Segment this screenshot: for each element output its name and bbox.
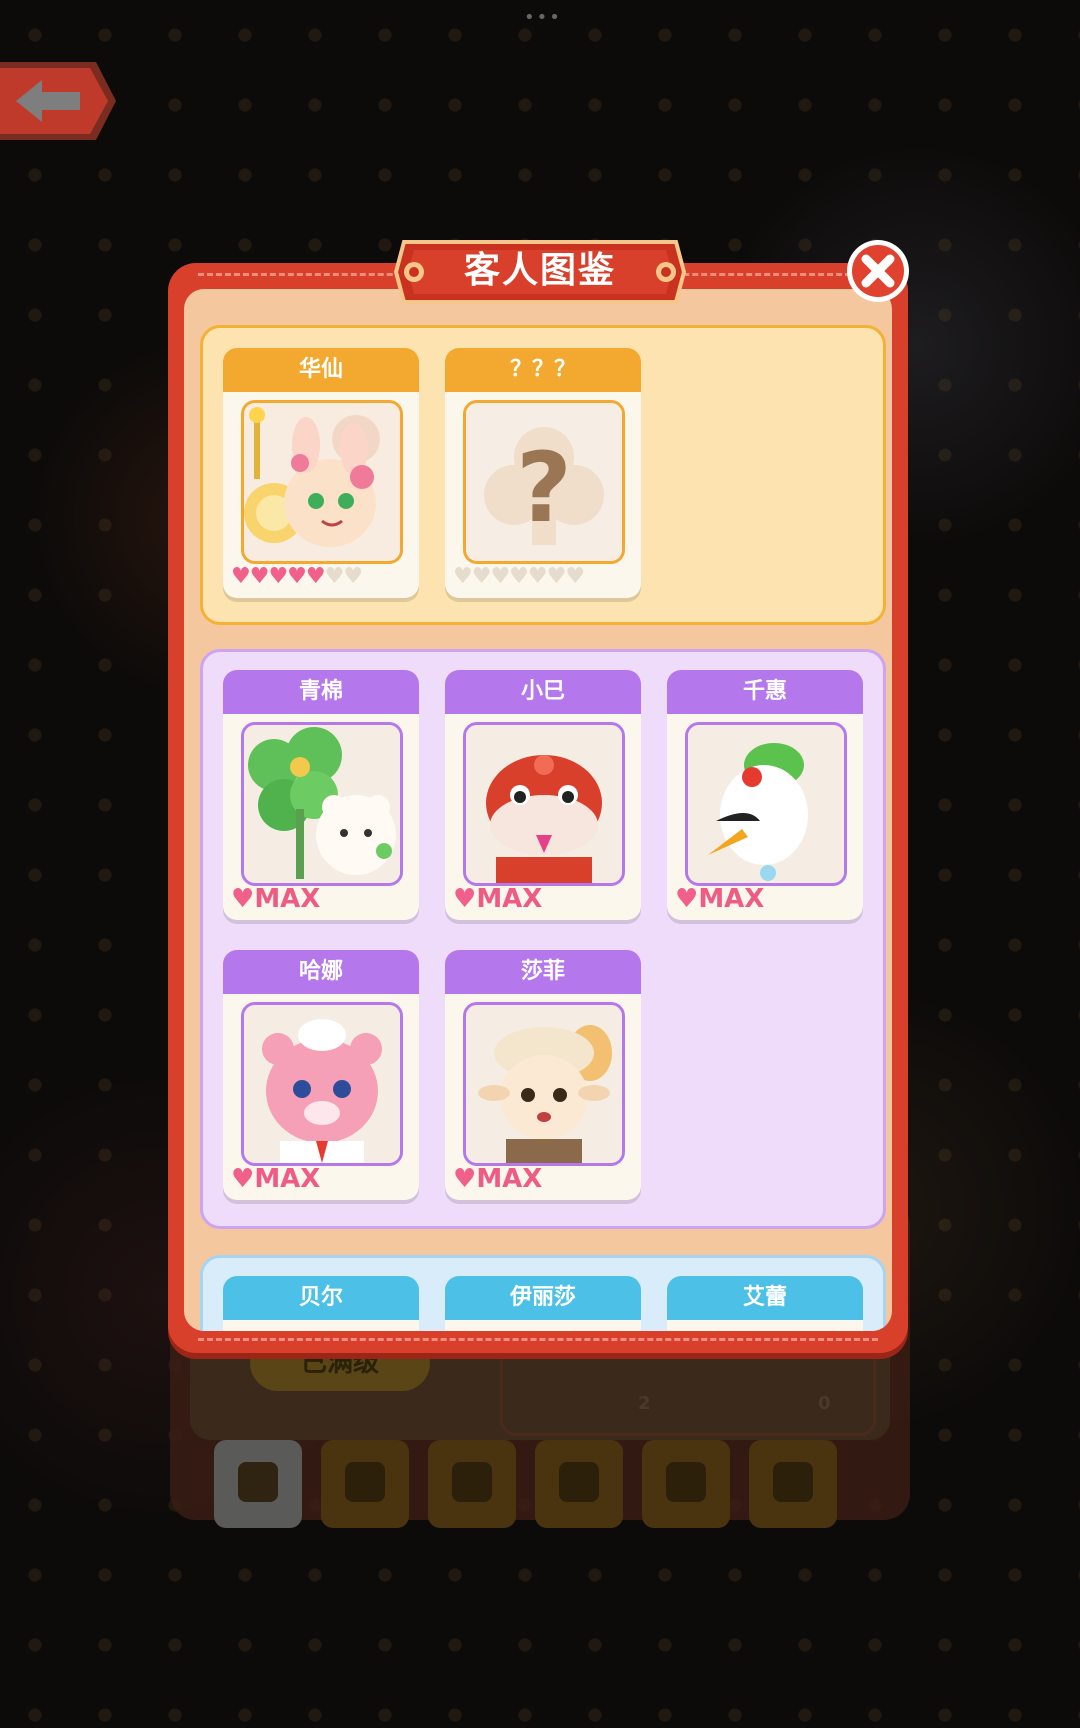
guest-card-huaxian[interactable]: 华仙 ♥♥♥♥♥♥♥	[223, 348, 419, 598]
guest-card-yilisha[interactable]: 伊丽莎	[445, 1276, 641, 1331]
gold-guest-group: 华仙 ♥♥♥♥♥♥♥ ？？？ ? ♥♥♥♥♥♥♥	[200, 325, 886, 625]
affection-max: ♥MAX	[453, 884, 543, 914]
guest-name: 小巳	[445, 670, 641, 714]
purple-guest-group: 青棉 ♥MAX 小巳 ♥MAX 千惠 ♥MAX 哈娜 ♥MAX 莎菲 ♥MAX	[200, 649, 886, 1229]
gift-icon	[666, 1462, 706, 1502]
affection-max: ♥MAX	[675, 884, 765, 914]
affection-max: ♥MAX	[231, 1164, 321, 1194]
guest-name: 贝尔	[223, 1276, 419, 1320]
affection-hearts: ♥♥♥♥♥♥♥	[231, 564, 363, 589]
guest-card-xiaosi[interactable]: 小巳 ♥MAX	[445, 670, 641, 920]
question-icon: ?	[466, 403, 622, 561]
guest-name: 艾蕾	[667, 1276, 863, 1320]
nav-tab-gift[interactable]	[642, 1440, 730, 1528]
back-button[interactable]	[0, 58, 118, 144]
pink-bear-portrait	[241, 1002, 403, 1166]
guest-name: ？？？	[445, 348, 641, 392]
red-snake-portrait	[463, 722, 625, 886]
stat-left: 2	[638, 1393, 651, 1414]
bottom-nav	[214, 1440, 844, 1532]
affection-hearts: ♥♥♥♥♥♥♥	[453, 564, 585, 589]
affection-max: ♥MAX	[453, 1164, 543, 1194]
guest-card-unknown[interactable]: ？？？ ? ♥♥♥♥♥♥♥	[445, 348, 641, 598]
blue-guest-group: 贝尔 伊丽莎 艾蕾	[200, 1255, 886, 1331]
nav-tab-pets[interactable]	[428, 1440, 516, 1528]
clover-bear-portrait	[241, 722, 403, 886]
affection-max: ♥MAX	[231, 884, 321, 914]
modal-title: 客人图鉴	[463, 250, 616, 291]
guest-name: 莎菲	[445, 950, 641, 994]
guest-name: 青棉	[223, 670, 419, 714]
modal-content: 华仙 ♥♥♥♥♥♥♥ ？？？ ? ♥♥♥♥♥♥♥ 青棉 ♥MAX 小巳 ♥MAX…	[184, 289, 892, 1331]
guest-name: 伊丽莎	[445, 1276, 641, 1320]
nav-tab-shop[interactable]	[214, 1440, 302, 1528]
modal-title-banner: 客人图鉴	[392, 238, 688, 306]
unknown-guest-portrait: ?	[463, 400, 625, 564]
guest-name: 华仙	[223, 348, 419, 392]
nav-tab-list[interactable]	[321, 1440, 409, 1528]
rabbit-fairy-portrait	[241, 400, 403, 564]
list-icon	[345, 1462, 385, 1502]
wheel-icon	[559, 1462, 599, 1502]
close-button[interactable]	[845, 238, 911, 304]
nav-tab-wheel[interactable]	[535, 1440, 623, 1528]
sheep-portrait	[463, 1002, 625, 1166]
guest-card-hana[interactable]: 哈娜 ♥MAX	[223, 950, 419, 1200]
svg-text:?: ?	[516, 432, 572, 544]
back-arrow-icon	[0, 62, 116, 140]
guest-card-ailei[interactable]: 艾蕾	[667, 1276, 863, 1331]
guest-card-shafei[interactable]: 莎菲 ♥MAX	[445, 950, 641, 1200]
trophy-icon	[773, 1462, 813, 1502]
stitch-bottom	[198, 1338, 878, 1341]
more-dots-icon[interactable]: •••	[524, 9, 560, 27]
crane-portrait	[685, 722, 847, 886]
guest-card-qianhui[interactable]: 千惠 ♥MAX	[667, 670, 863, 920]
close-icon	[847, 240, 909, 302]
guest-name: 千惠	[667, 670, 863, 714]
cat-icon	[452, 1462, 492, 1502]
guest-name: 哈娜	[223, 950, 419, 994]
stat-right: 0	[818, 1393, 831, 1414]
guest-collection-modal: 华仙 ♥♥♥♥♥♥♥ ？？？ ? ♥♥♥♥♥♥♥ 青棉 ♥MAX 小巳 ♥MAX…	[168, 263, 908, 1353]
nav-tab-rank[interactable]	[749, 1440, 837, 1528]
guest-list-scroll[interactable]: 华仙 ♥♥♥♥♥♥♥ ？？？ ? ♥♥♥♥♥♥♥ 青棉 ♥MAX 小巳 ♥MAX…	[184, 289, 892, 1331]
shop-icon	[238, 1462, 278, 1502]
guest-card-beier[interactable]: 贝尔	[223, 1276, 419, 1331]
guest-card-qingmian[interactable]: 青棉 ♥MAX	[223, 670, 419, 920]
